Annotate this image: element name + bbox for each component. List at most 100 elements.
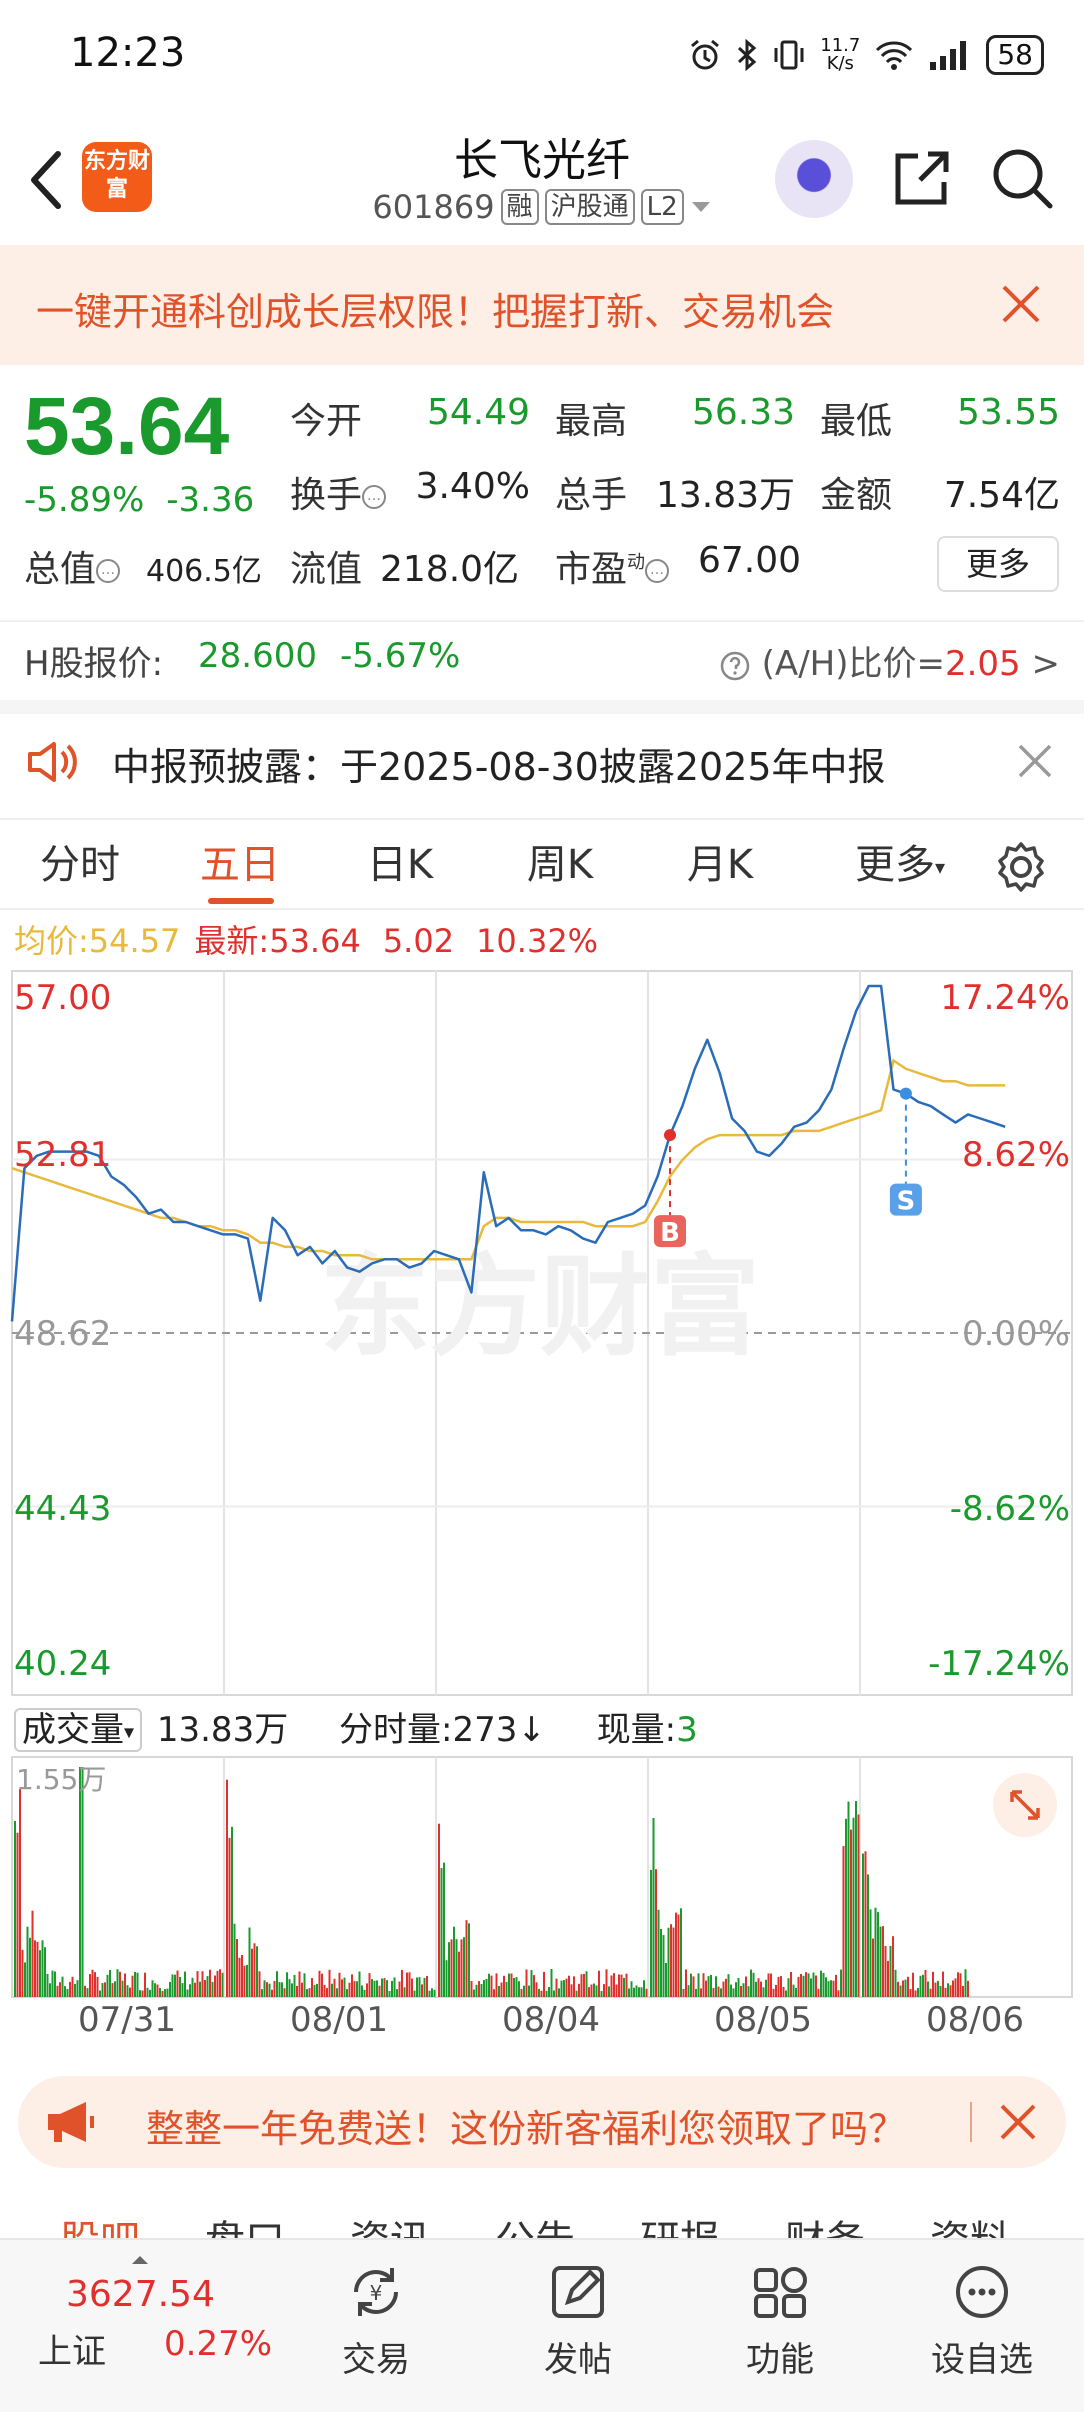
promo-text: 一键开通科创成长层权限！把握打新、交易机会 [36, 290, 835, 334]
volume-bar [470, 1981, 473, 1997]
volume-bar [869, 1909, 872, 1997]
bluetooth-icon [738, 38, 757, 72]
tab-weekly-k[interactable]: 周K [500, 820, 620, 912]
volume-bar [508, 1973, 510, 1997]
volume-bar [64, 1986, 66, 1997]
stock-code: 601869 [372, 188, 495, 226]
close-icon[interactable] [998, 281, 1044, 327]
volume-bar [383, 1978, 386, 1997]
volume-bar [543, 1971, 545, 1997]
volume-bar [406, 1972, 408, 1997]
tick-volume: 分时量:273 [339, 1710, 518, 1750]
nav-post[interactable]: 发帖 [508, 2260, 648, 2390]
promo-banner[interactable]: 一键开通科创成长层权限！把握打新、交易机会 [0, 245, 1084, 365]
nav-trade[interactable]: ¥ 交易 [306, 2260, 446, 2390]
volume-bar [510, 1973, 513, 1997]
hk-quote-row[interactable]: H股报价: 28.600 -5.67% (A/H)比价=2.05 > [0, 620, 1084, 690]
volume-bar [670, 1924, 672, 1997]
volume-bar [401, 1969, 403, 1997]
volume-bar [957, 1972, 959, 1997]
volume-bar [790, 1972, 792, 1997]
section-tab[interactable]: 财务 [785, 2208, 865, 2240]
info-icon[interactable]: … [96, 559, 121, 583]
tab-daily-k[interactable]: 日K [340, 820, 460, 912]
volume-bar [81, 1767, 84, 1997]
index-value[interactable]: 3627.54 [66, 2274, 215, 2315]
post-icon [552, 2266, 604, 2318]
alarm-icon [691, 39, 720, 70]
volume-bar [625, 1973, 628, 1997]
index-change[interactable]: 0.27% [164, 2324, 272, 2364]
volume-bar [94, 1972, 96, 1997]
volume-bar [443, 1862, 445, 1997]
info-icon[interactable]: … [645, 559, 670, 583]
section-tab[interactable]: 公告 [495, 2208, 575, 2240]
volume-bar [29, 1937, 31, 1997]
share-icon[interactable] [890, 146, 954, 210]
close-icon[interactable] [998, 2102, 1038, 2142]
section-tab[interactable]: 资讯 [350, 2208, 430, 2240]
notice-row[interactable]: 中报预披露：于2025-08-30披露2025年中报 [0, 700, 1084, 804]
volume-bar [455, 1939, 458, 1997]
search-icon[interactable] [990, 146, 1054, 210]
volume-bar [892, 1936, 894, 1997]
volume-bar [403, 1987, 406, 1997]
volume-bar [86, 1988, 89, 1997]
volume-chart[interactable]: 1.55万 [0, 1755, 1084, 2000]
volume-bar [725, 1978, 727, 1997]
section-tab[interactable]: 股吧 [60, 2208, 140, 2240]
close-icon[interactable] [1016, 742, 1054, 780]
volume-bar [710, 1974, 712, 1997]
info-icon[interactable]: … [362, 485, 387, 509]
volume-bar [620, 1974, 623, 1997]
section-tab[interactable]: 盘口 [205, 2208, 285, 2240]
volume-bar [613, 1973, 615, 1997]
tab-intraday[interactable]: 分时 [20, 820, 140, 912]
volume-bar [36, 1941, 39, 1997]
volume-bar [488, 1973, 490, 1997]
gear-icon[interactable] [994, 840, 1048, 894]
section-tab[interactable]: 研报 [640, 2208, 720, 2240]
index-name[interactable]: 上证 [38, 2324, 106, 2373]
volume-bar [480, 1984, 483, 1997]
volume-bar [129, 1987, 131, 1997]
ai-assistant-icon[interactable] [775, 140, 853, 218]
volume-bar [550, 1969, 553, 1997]
ah-ratio[interactable]: (A/H)比价=2.05 > [719, 636, 1060, 685]
volume-bar [91, 1969, 94, 1997]
volume-bar [548, 1987, 550, 1997]
volume-bar [573, 1976, 575, 1997]
volume-bar [49, 1983, 51, 1997]
volume-bar [954, 1978, 957, 1997]
volume-bar [680, 1908, 682, 1997]
volume-bar [46, 1974, 49, 1997]
volume-bar [677, 1914, 680, 1997]
expand-icon[interactable] [993, 1773, 1057, 1837]
volume-bar [877, 1912, 879, 1997]
promo-banner-2[interactable]: 整整一年免费送！这份新客福利您领取了吗？ [18, 2076, 1066, 2168]
volume-bar [775, 1984, 777, 1997]
more-button[interactable]: 更多 [937, 536, 1059, 592]
volume-bar [473, 1989, 475, 1997]
section-tab[interactable]: 资料 [930, 2208, 1010, 2240]
volume-bar [633, 1987, 635, 1997]
volume-bar [256, 1946, 258, 1997]
chart-summary: 均价:54.57 最新:53.64 5.02 10.32% [14, 916, 598, 962]
volume-bar [14, 1820, 16, 1997]
volume-bar [288, 1979, 291, 1997]
volume-bar [682, 1988, 685, 1997]
nav-apps[interactable]: 功能 [710, 2260, 850, 2390]
tab-monthly-k[interactable]: 月K [660, 820, 780, 912]
nav-add-watchlist[interactable]: 设自选 [912, 2260, 1052, 2390]
tab-more[interactable]: 更多▾ [825, 820, 975, 912]
volume-bar [266, 1982, 268, 1997]
y-tick-left: 44.43 [14, 1489, 111, 1529]
volume-bar [857, 1814, 860, 1997]
volume-bar [558, 1988, 560, 1997]
volume-total: 13.83万 [156, 1710, 289, 1750]
date-label: 08/04 [502, 2000, 600, 2040]
price-chart[interactable]: 东方财富 B S 57.00 52.81 48.62 44.43 40.24 17… [0, 965, 1084, 1700]
volume-bar [560, 1980, 563, 1997]
volume-selector[interactable]: 成交量▾ [14, 1708, 143, 1752]
volume-bar [852, 1817, 855, 1997]
